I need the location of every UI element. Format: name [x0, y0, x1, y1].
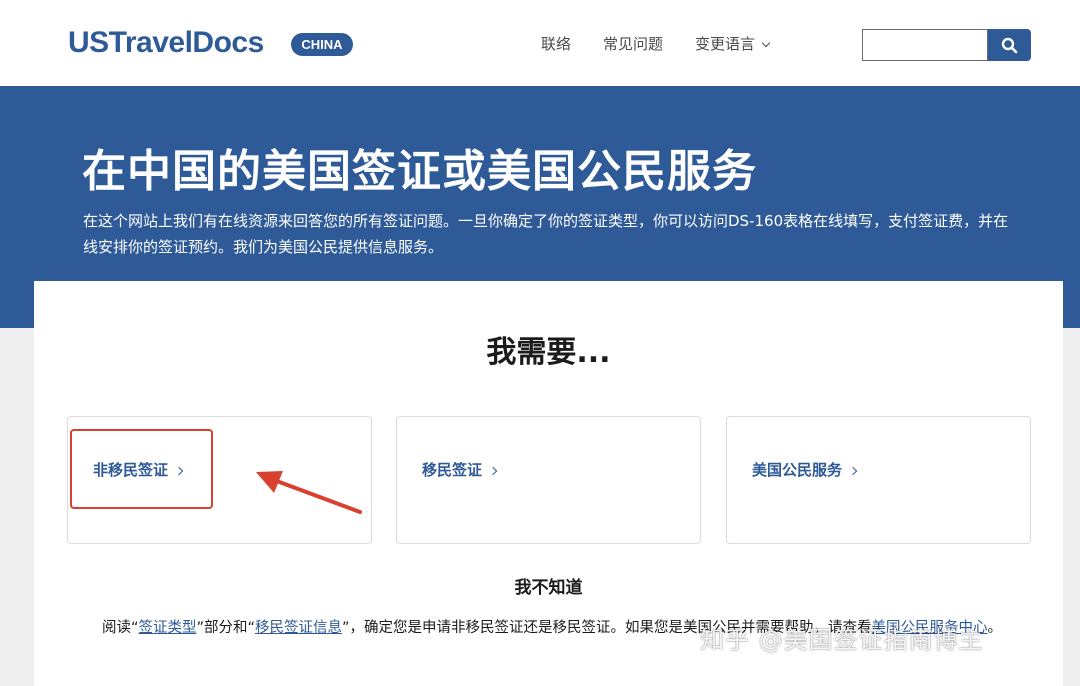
- chevron-right-icon: [488, 466, 498, 476]
- immigrant-visa-info-link[interactable]: 移民签证信息: [255, 620, 342, 636]
- help-text-part: 。: [987, 620, 1003, 636]
- help-text-part: 阅读“: [101, 620, 139, 636]
- nav-language-dropdown[interactable]: 变更语言: [695, 34, 771, 54]
- chevron-right-icon: [848, 466, 858, 476]
- nav-faq-link[interactable]: 常见问题: [603, 34, 663, 54]
- option-citizen-services[interactable]: 美国公民服务: [726, 416, 1031, 544]
- card-title: 我需要...: [486, 335, 611, 370]
- search-input[interactable]: [862, 29, 988, 61]
- chevron-down-icon: [761, 38, 771, 48]
- option-link[interactable]: 移民签证: [422, 460, 498, 480]
- country-badge: CHINA: [291, 33, 353, 56]
- nav-language-label: 变更语言: [695, 35, 756, 53]
- site-logo[interactable]: USTravelDocs: [68, 26, 264, 60]
- hero-title: 在中国的美国签证或美国公民服务: [82, 146, 757, 197]
- nav-contact-link[interactable]: 联络: [541, 34, 571, 54]
- option-label: 美国公民服务: [752, 461, 843, 479]
- option-immigrant-visa[interactable]: 移民签证: [396, 416, 701, 544]
- help-text-part: ”部分和“: [196, 620, 256, 636]
- hero-description: 在这个网站上我们有在线资源来回答您的所有签证问题。一旦你确定了你的签证类型，你可…: [83, 212, 1009, 256]
- dont-know-heading: 我不知道: [514, 578, 583, 598]
- watermark: 知乎 @美国签证指南博主: [700, 626, 984, 654]
- annotation-arrow-icon: [256, 471, 362, 514]
- option-link[interactable]: 美国公民服务: [752, 460, 858, 480]
- visa-types-link[interactable]: 签证类型: [138, 620, 196, 636]
- site-header: USTravelDocs CHINA 联络 常见问题 变更语言: [0, 0, 1080, 86]
- search-button[interactable]: [988, 29, 1031, 61]
- annotation-highlight-box: [70, 429, 213, 509]
- search-icon: [1001, 37, 1018, 54]
- option-label: 移民签证: [422, 461, 483, 479]
